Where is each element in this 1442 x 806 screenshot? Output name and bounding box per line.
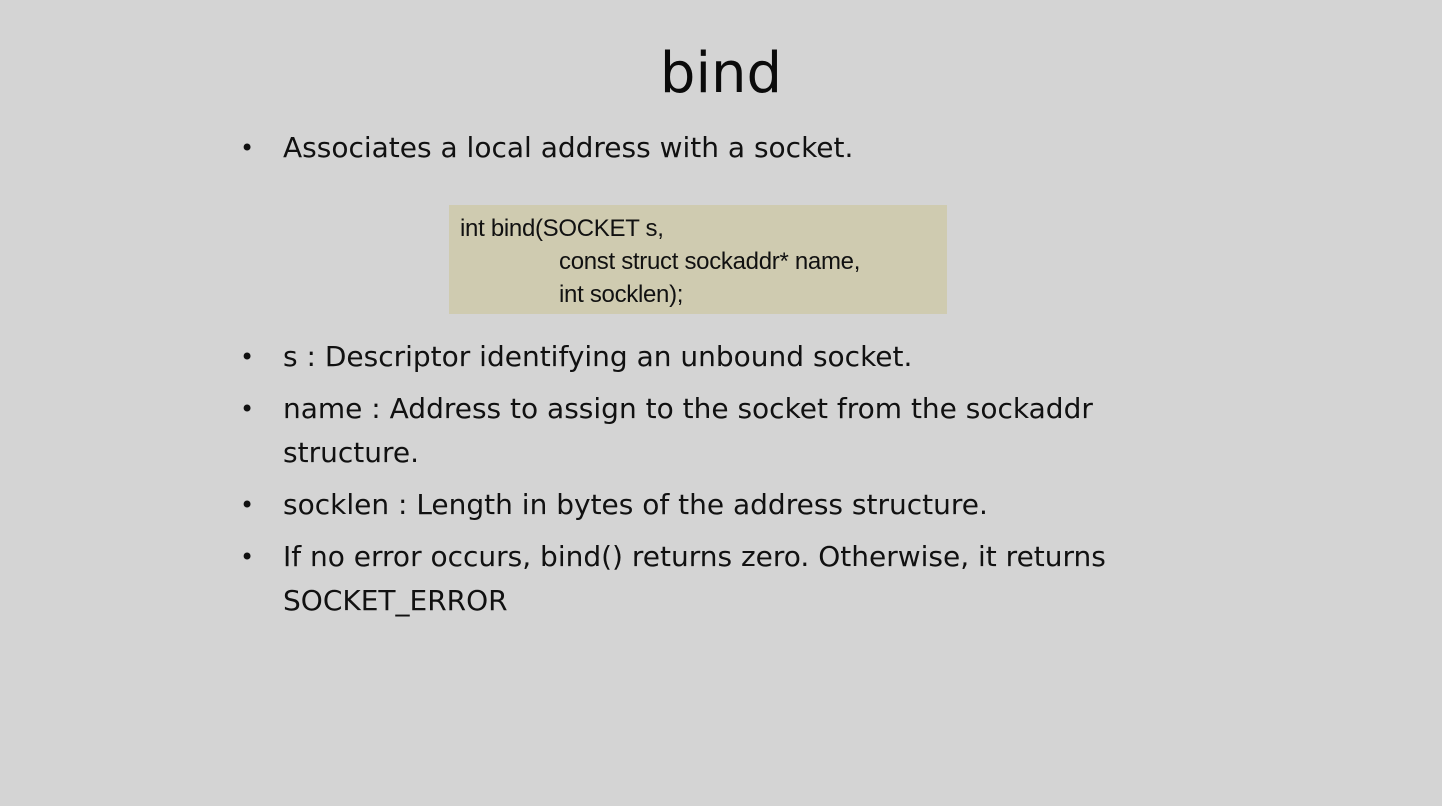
slide: bind • Associates a local address with a…	[0, 0, 1442, 806]
bullet-item: • s : Descriptor identifying an unbound …	[240, 335, 1180, 379]
bullet-icon: •	[240, 543, 255, 571]
slide-title: bind	[659, 41, 783, 106]
bullet-item: • socklen : Length in bytes of the addre…	[240, 483, 1180, 527]
bullet-text: If no error occurs, bind() returns zero.…	[283, 540, 1106, 617]
bullet-text: Associates a local address with a socket…	[283, 131, 854, 164]
bullet-icon: •	[240, 343, 255, 371]
bullet-item: • If no error occurs, bind() returns zer…	[240, 535, 1180, 623]
bullet-icon: •	[240, 491, 255, 519]
bullet-item: • name : Address to assign to the socket…	[240, 387, 1180, 475]
bullet-text: name : Address to assign to the socket f…	[283, 392, 1093, 469]
code-line: int socklen);	[559, 281, 684, 308]
bullet-icon: •	[240, 395, 255, 423]
bullet-text: socklen : Length in bytes of the address…	[283, 488, 988, 521]
bullet-item: • Associates a local address with a sock…	[240, 126, 1180, 170]
detail-bullet-list: • s : Descriptor identifying an unbound …	[240, 335, 1180, 631]
bullet-text: s : Descriptor identifying an unbound so…	[283, 340, 913, 373]
bullet-icon: •	[240, 134, 255, 162]
intro-bullet-list: • Associates a local address with a sock…	[240, 126, 1180, 170]
code-line: int bind(SOCKET s,	[460, 215, 664, 242]
code-block: int bind(SOCKET s, const struct sockaddr…	[449, 205, 947, 314]
code-line: const struct sockaddr* name,	[559, 248, 861, 275]
